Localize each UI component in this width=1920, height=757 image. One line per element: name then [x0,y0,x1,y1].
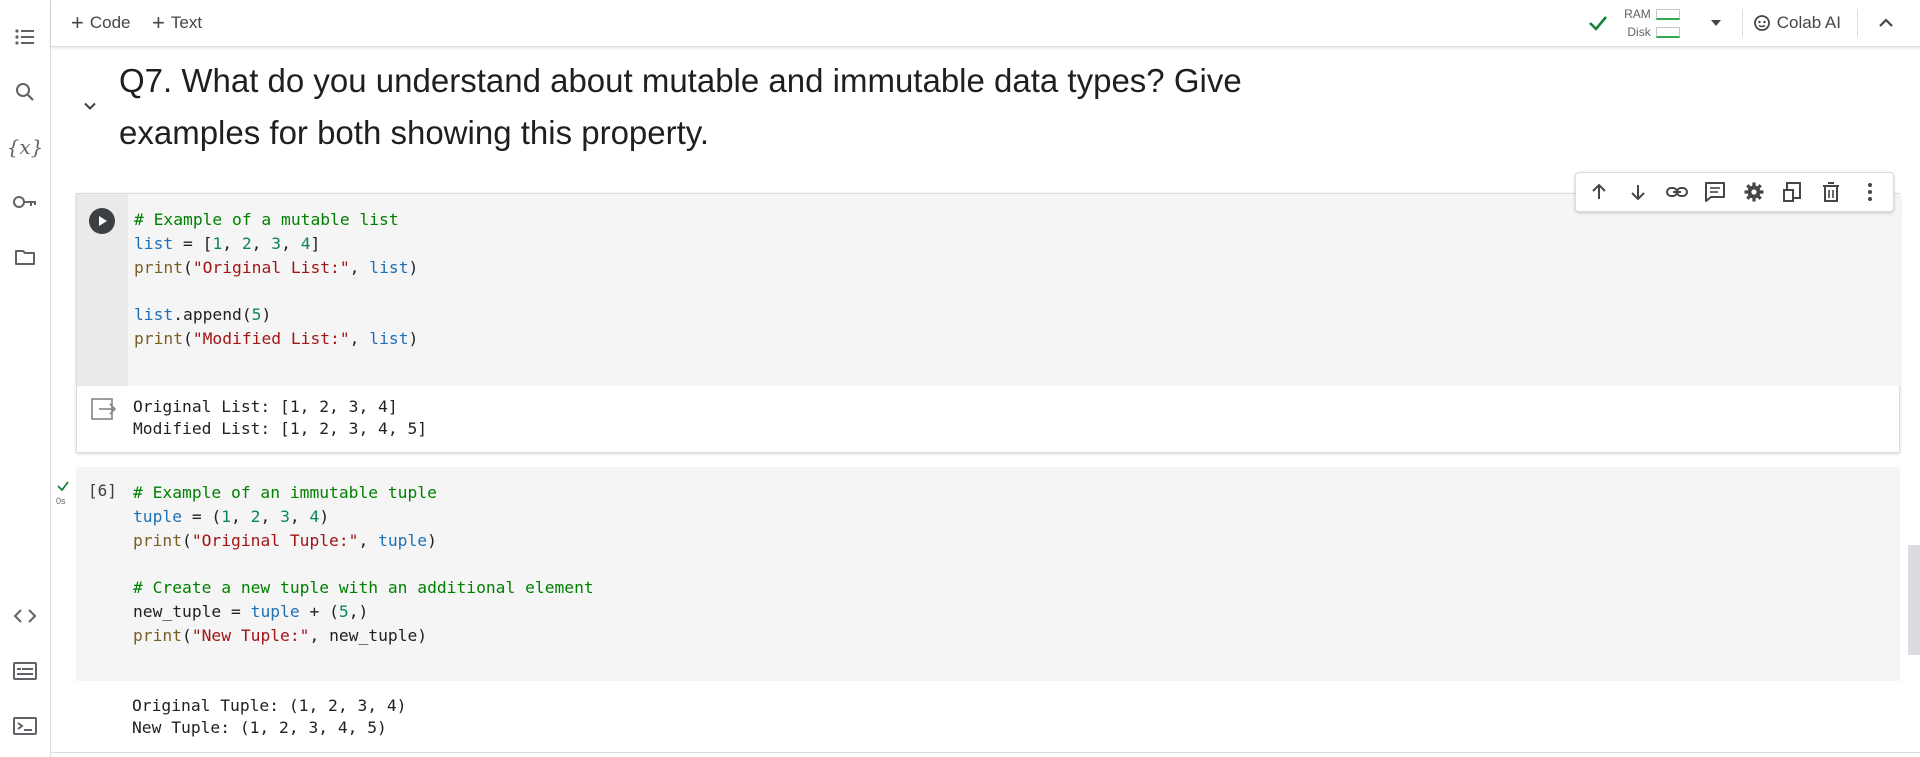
bottom-divider [51,752,1920,753]
disk-meter [1655,26,1680,38]
ram-label: RAM [1624,7,1651,21]
link-icon[interactable] [1661,176,1693,208]
more-options-icon[interactable] [1854,176,1886,208]
section-heading-line: Q7. What do you understand about mutable… [119,62,1242,99]
notebook-scrollbar[interactable] [1908,545,1920,655]
section-heading-line: examples for both showing this property. [119,114,710,151]
output-line: Original List: [1, 2, 3, 4] [133,397,398,416]
code-cell-mutable-list[interactable]: # Example of a mutable list list = [1, 2… [76,193,1900,453]
add-text-label: Text [170,13,203,32]
code-block: # Example of an immutable tuple tuple = … [133,483,594,645]
section-collapse-chevron-down-icon[interactable] [76,92,104,120]
move-up-icon[interactable] [1583,176,1615,208]
execution-count[interactable]: [6] [88,481,117,500]
search-icon[interactable] [0,72,50,112]
colab-ai-label: Colab AI [1776,13,1841,32]
move-down-icon[interactable] [1622,176,1654,208]
terminal-icon[interactable] [0,706,50,746]
mirror-cell-icon[interactable] [1776,176,1808,208]
runtime-dropdown-icon[interactable] [1708,15,1724,31]
code-line: # Create a new tuple with an additional … [133,578,594,598]
colab-ai-icon [1753,14,1771,32]
code-cell-immutable-tuple[interactable]: 0s [6] # Example of an immutable tuple t… [56,467,1900,751]
code-line: # Example of a mutable list [134,210,399,229]
add-code-button[interactable]: + Code [71,11,131,35]
code-editor[interactable]: # Example of a mutable list list = [1, 2… [128,194,1900,386]
connected-check-icon [1586,11,1610,35]
variables-icon[interactable]: {x} [0,127,50,167]
play-icon [99,216,107,226]
output-line: New Tuple: (1, 2, 3, 4, 5) [132,718,387,737]
files-folder-icon[interactable] [0,237,50,277]
plus-icon: + [71,10,84,35]
left-sidebar: {x} [0,0,51,757]
disk-label: Disk [1627,25,1651,39]
colab-ai-button[interactable]: Colab AI [1753,13,1841,33]
notebook-toolbar: + Code + Text RAM Disk Colab AI [51,0,1920,47]
secrets-key-icon[interactable] [0,182,50,222]
output-text: Original List: [1, 2, 3, 4] Modified Lis… [133,396,427,440]
code-block: # Example of a mutable list list = [1, 2… [134,210,419,348]
toolbar-divider [1857,9,1858,37]
section-heading: Q7. What do you understand about mutable… [119,55,1269,159]
output-line: Modified List: [1, 2, 3, 4, 5] [133,419,428,438]
cell-output: Original Tuple: (1, 2, 3, 4) New Tuple: … [76,681,1898,751]
add-code-label: Code [89,13,131,32]
output-actions-icon[interactable] [89,396,117,422]
plus-icon: + [152,10,165,35]
ram-meter [1655,8,1680,20]
cell-gutter [77,194,128,386]
settings-icon[interactable] [1738,176,1770,208]
code-editor[interactable]: [6] # Example of an immutable tuple tupl… [76,467,1900,681]
runtime-status: RAM Disk Colab AI [1586,0,1920,46]
delete-icon[interactable] [1815,176,1847,208]
collapse-header-chevron-up-icon[interactable] [1876,13,1896,33]
table-of-contents-icon[interactable] [0,17,50,57]
add-text-button[interactable]: + Text [152,11,202,35]
comment-icon[interactable] [1699,176,1731,208]
cell-toolbar [1575,172,1894,212]
output-text: Original Tuple: (1, 2, 3, 4) New Tuple: … [132,695,406,739]
code-line: # Example of an immutable tuple [133,483,437,502]
run-cell-button[interactable] [89,208,115,234]
toolbar-divider [1741,9,1743,37]
resource-meter[interactable]: RAM Disk [1624,5,1680,41]
code-snippets-icon[interactable] [0,596,50,636]
output-line: Original Tuple: (1, 2, 3, 4) [132,696,407,715]
command-palette-icon[interactable] [0,651,50,691]
execution-time: 0s [56,496,66,506]
cell-output: Original List: [1, 2, 3, 4] Modified Lis… [77,386,1899,452]
